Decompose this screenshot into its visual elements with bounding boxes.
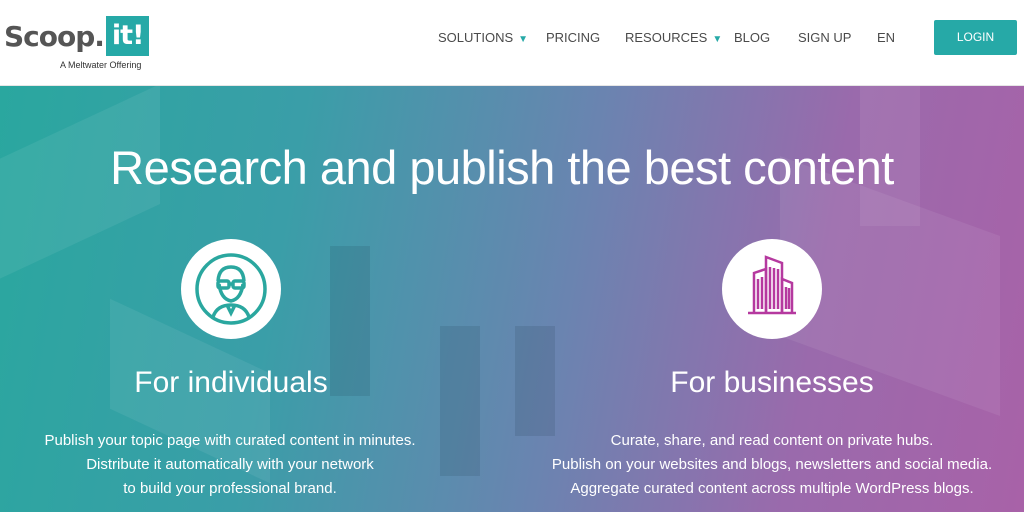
businesses-line: Aggregate curated content across multipl… (570, 480, 974, 497)
logo-text: Scoop. (4, 19, 105, 53)
nav-blog[interactable]: BLOG (734, 30, 770, 45)
person-glasses-icon (195, 253, 267, 325)
bg-figure (330, 246, 370, 396)
individuals-title: For individuals (134, 366, 328, 399)
nav-sign-up-label: SIGN UP (798, 30, 852, 45)
individuals-description: Publish your topic page with curated con… (10, 429, 450, 501)
chevron-down-icon: ▼ (518, 34, 529, 45)
bg-figure (515, 326, 555, 436)
nav-resources[interactable]: RESOURCES ▼ (625, 30, 722, 45)
nav-pricing[interactable]: PRICING (546, 30, 600, 45)
login-button[interactable]: LOGIN (934, 20, 1017, 55)
individuals-line: Distribute it automatically with your ne… (86, 456, 374, 473)
hero-section: Research and publish the best content Fo… (0, 86, 1024, 512)
individuals-line: to build your professional brand. (123, 480, 337, 497)
logo-wordmark: Scoop. it! (4, 16, 150, 56)
individuals-line: Publish your topic page with curated con… (44, 432, 416, 449)
chevron-down-icon: ▼ (712, 34, 723, 45)
nav-resources-label: RESOURCES (625, 30, 708, 45)
businesses-line: Publish on your websites and blogs, news… (551, 456, 993, 473)
businesses-description: Curate, share, and read content on priva… (522, 429, 1022, 501)
businesses-icon-circle (722, 239, 822, 339)
hero-title: Research and publish the best content (110, 141, 894, 194)
logo-badge: it! (105, 16, 150, 56)
nav-language-label: EN (877, 30, 896, 45)
businesses-title: For businesses (670, 366, 874, 399)
nav-solutions[interactable]: SOLUTIONS ▼ (438, 30, 528, 45)
businesses-line: Curate, share, and read content on priva… (610, 432, 934, 449)
nav-solutions-label: SOLUTIONS (438, 30, 514, 45)
building-icon (748, 255, 796, 315)
nav-blog-label: BLOG (734, 30, 771, 45)
nav-sign-up[interactable]: SIGN UP (798, 30, 851, 45)
site-header: Scoop. it! A Meltwater Offering SOLUTION… (0, 0, 1024, 86)
logo-tagline: A Meltwater Offering (60, 60, 142, 70)
nav-language[interactable]: EN (877, 30, 895, 45)
nav-pricing-label: PRICING (546, 30, 601, 45)
individuals-icon-circle (181, 239, 281, 339)
scoopit-logo[interactable]: Scoop. it! A Meltwater Offering (4, 16, 150, 76)
